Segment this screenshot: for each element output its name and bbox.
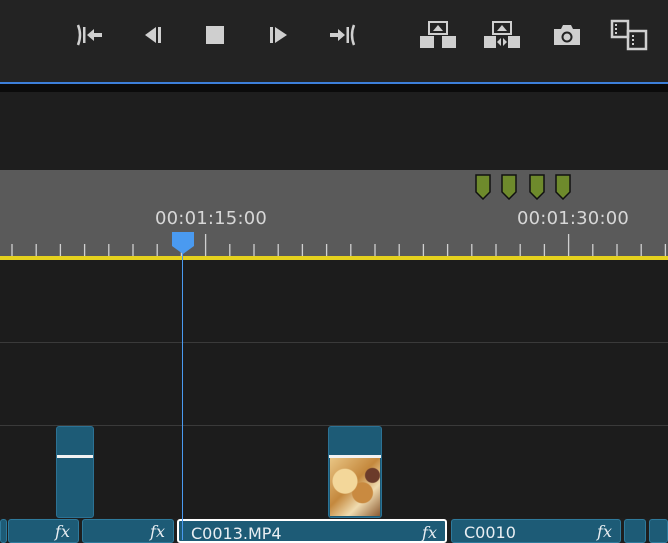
extract-button[interactable] xyxy=(482,16,522,54)
video-track-3 xyxy=(0,260,668,342)
audio-clip[interactable] xyxy=(624,519,646,543)
step-back-button[interactable] xyxy=(133,16,173,54)
export-frame-button[interactable] xyxy=(547,16,587,54)
comparison-view-icon xyxy=(610,19,648,51)
extract-icon xyxy=(484,21,520,48)
panel-separator xyxy=(0,84,668,92)
audio-clip-selected[interactable]: C0013.MP4 fx xyxy=(177,519,447,543)
fx-badge[interactable]: fx xyxy=(422,523,437,541)
go-to-in-button[interactable] xyxy=(70,16,110,54)
fx-badge[interactable]: fx xyxy=(55,522,70,541)
fx-badge[interactable]: fx xyxy=(597,522,612,541)
video-clip[interactable] xyxy=(328,426,382,518)
clip-thumbnail xyxy=(330,458,380,516)
export-frame-icon xyxy=(554,25,580,45)
stop-button[interactable] xyxy=(195,16,235,54)
lift-icon xyxy=(420,21,456,48)
audio-clip[interactable]: fx xyxy=(8,519,79,543)
audio-clip[interactable]: fx xyxy=(82,519,174,543)
timecode-label: 00:01:15:00 xyxy=(155,208,268,229)
clip-name: C0013.MP4 xyxy=(191,524,282,543)
stop-icon xyxy=(206,26,224,44)
playhead-handle[interactable] xyxy=(172,232,194,254)
ruler-ticks xyxy=(11,234,667,256)
video-track-2 xyxy=(0,343,668,425)
marker-icon[interactable] xyxy=(555,174,571,200)
video-clip[interactable] xyxy=(56,426,94,518)
go-to-out-button[interactable] xyxy=(322,16,362,54)
fx-badge[interactable]: fx xyxy=(150,522,165,541)
panel-empty-area xyxy=(0,92,668,170)
timecode-label: 00:01:30:00 xyxy=(517,208,630,229)
clip-stripe xyxy=(57,455,93,458)
go-to-in-icon xyxy=(76,24,102,46)
playhead-line xyxy=(182,246,183,540)
comparison-view-button[interactable] xyxy=(610,16,650,54)
marker-icon[interactable] xyxy=(529,174,545,200)
marker-icon[interactable] xyxy=(475,174,491,200)
go-to-out-icon xyxy=(330,24,356,46)
marker-icon[interactable] xyxy=(501,174,517,200)
step-back-icon xyxy=(145,27,161,43)
audio-clip[interactable] xyxy=(0,519,7,543)
clip-name: C0010 xyxy=(464,523,516,542)
audio-clip[interactable]: C0010 fx xyxy=(451,519,621,543)
lift-button[interactable] xyxy=(418,16,458,54)
audio-clip[interactable] xyxy=(649,519,668,543)
program-monitor-toolbar xyxy=(0,0,668,82)
step-forward-icon xyxy=(270,27,287,43)
time-ruler[interactable]: 00:01:15:00 00:01:30:00 xyxy=(0,170,668,256)
step-forward-button[interactable] xyxy=(258,16,298,54)
